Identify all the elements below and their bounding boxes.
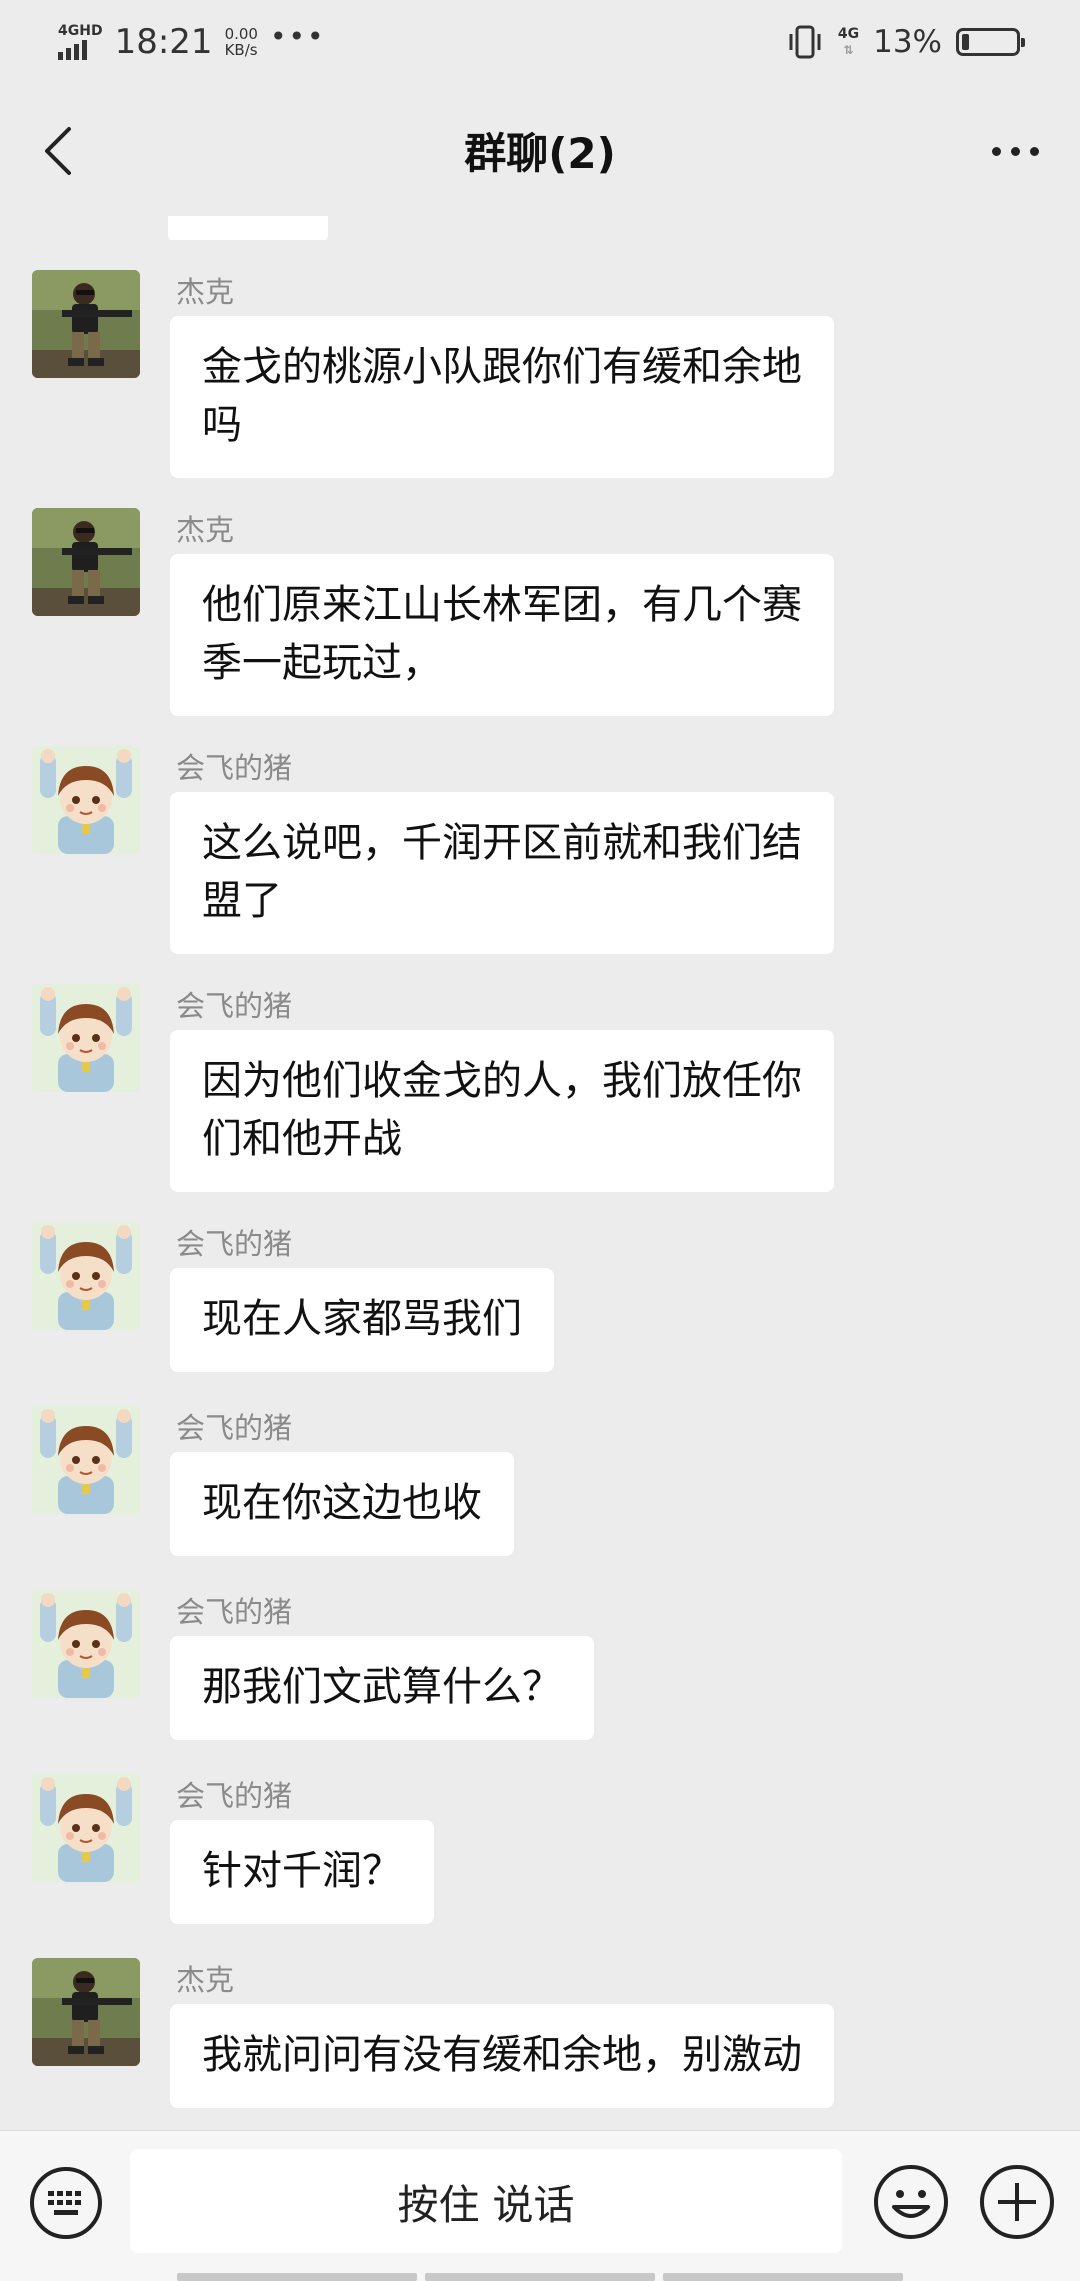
message-text-line: 盟了 (202, 878, 282, 924)
message-bubble[interactable]: 金戈的桃源小队跟你们有缓和余地吗 (170, 316, 834, 478)
more-options-button[interactable] (980, 126, 1050, 176)
sender-name: 会飞的猪 (176, 751, 293, 785)
sender-avatar[interactable] (32, 270, 140, 378)
message-bubble[interactable]: 我就问问有没有缓和余地，别激动 (170, 2004, 834, 2108)
sender-avatar[interactable] (32, 508, 140, 616)
message-text-line: 现在人家都骂我们 (202, 1296, 522, 1342)
sender-name: 杰克 (176, 513, 235, 547)
message-text-line: 们和他开战 (202, 1116, 402, 1162)
sender-name: 杰克 (176, 1963, 235, 1997)
hold-to-talk-button[interactable]: 按住 说话 (130, 2149, 842, 2253)
dot-icon (1029, 146, 1039, 156)
more-functions-button[interactable] (978, 2163, 1056, 2241)
message-bubble[interactable]: 这么说吧，千润开区前就和我们结 盟了 (170, 792, 834, 954)
message-text-line: 他们原来江山长林军团，有几个赛 (202, 582, 802, 628)
signal-bars-icon (58, 38, 87, 60)
emoji-button[interactable] (872, 2163, 950, 2241)
keyboard-toggle-button[interactable] (28, 2165, 104, 2241)
dot-icon (1010, 146, 1020, 156)
sender-avatar[interactable] (32, 1774, 140, 1882)
sender-name: 会飞的猪 (176, 989, 293, 1023)
message-text-line: 吗 (202, 402, 242, 448)
signal-indicator: 4GHD (58, 24, 103, 60)
sender-avatar[interactable] (32, 1958, 140, 2066)
smiley-icon (874, 2165, 948, 2239)
message-text-line: 针对千润？ (202, 1848, 402, 1894)
sender-avatar[interactable] (32, 1406, 140, 1514)
sender-name: 会飞的猪 (176, 1595, 293, 1629)
mobile-data-label: 4G (837, 26, 860, 42)
message-text-line: 现在你这边也收 (202, 1480, 482, 1526)
mobile-data-indicator: 4G ⇅ (838, 26, 859, 58)
plus-icon (980, 2165, 1054, 2239)
sender-name: 会飞的猪 (176, 1411, 293, 1445)
message-bubble[interactable]: 因为他们收金戈的人，我们放任你 们和他开战 (170, 1030, 834, 1192)
chat-input-bar: 按住 说话 (0, 2130, 1080, 2281)
message-text-line: 那我们文武算什么？ (202, 1664, 562, 1710)
network-speed-unit: KB/s (224, 41, 258, 59)
network-type-label: 4GHD (58, 23, 103, 39)
sender-name: 会飞的猪 (176, 1779, 293, 1813)
message-bubble[interactable]: 针对千润？ (170, 1820, 434, 1924)
message-text-line: 金戈的桃源小队跟你们有缓和余地 (202, 344, 802, 390)
status-bar: 4GHD 18:21 0.00 KB/s ••• 4G ⇅ 13% (0, 0, 1080, 86)
message-list[interactable]: 杰克 金戈的桃源小队跟你们有缓和余地吗 杰克 他们原来江山长林军团，有几个赛 季一起玩… (0, 216, 1080, 2130)
previous-message-bubble (168, 216, 328, 240)
message-text-line: 这么说吧，千润开区前就和我们结 (202, 820, 802, 866)
status-left: 4GHD 18:21 0.00 KB/s ••• (58, 16, 326, 68)
more-notifications-icon: ••• (269, 20, 326, 53)
sender-avatar[interactable] (32, 1222, 140, 1330)
battery-icon (956, 28, 1025, 56)
message-bubble[interactable]: 那我们文武算什么？ (170, 1636, 594, 1740)
network-speed-value: 0.00 (224, 25, 258, 43)
sender-avatar[interactable] (32, 984, 140, 1092)
message-text-line: 我就问问有没有缓和余地，别激动 (202, 2032, 802, 2078)
battery-level (962, 34, 969, 50)
message-bubble[interactable]: 现在你这边也收 (170, 1452, 514, 1556)
message-text-line: 季一起玩过， (202, 640, 442, 686)
message-bubble[interactable]: 现在人家都骂我们 (170, 1268, 554, 1372)
data-arrows-icon: ⇅ (843, 43, 854, 57)
battery-percent: 13% (873, 24, 942, 60)
chat-title: 群聊(2) (464, 129, 616, 178)
sender-name: 杰克 (176, 275, 235, 309)
sender-avatar[interactable] (32, 1590, 140, 1698)
status-right: 4G ⇅ 13% (786, 16, 1025, 68)
vibrate-icon (789, 25, 821, 59)
sender-avatar[interactable] (32, 746, 140, 854)
keyboard-icon (30, 2167, 102, 2239)
network-speed: 0.00 KB/s (225, 26, 258, 58)
clock: 18:21 (114, 22, 213, 62)
chat-header: 群聊(2) (0, 86, 1080, 216)
sender-name: 会飞的猪 (176, 1227, 293, 1261)
dot-icon (991, 146, 1001, 156)
message-text-line: 因为他们收金戈的人，我们放任你 (202, 1058, 802, 1104)
message-bubble[interactable]: 他们原来江山长林军团，有几个赛 季一起玩过， (170, 554, 834, 716)
